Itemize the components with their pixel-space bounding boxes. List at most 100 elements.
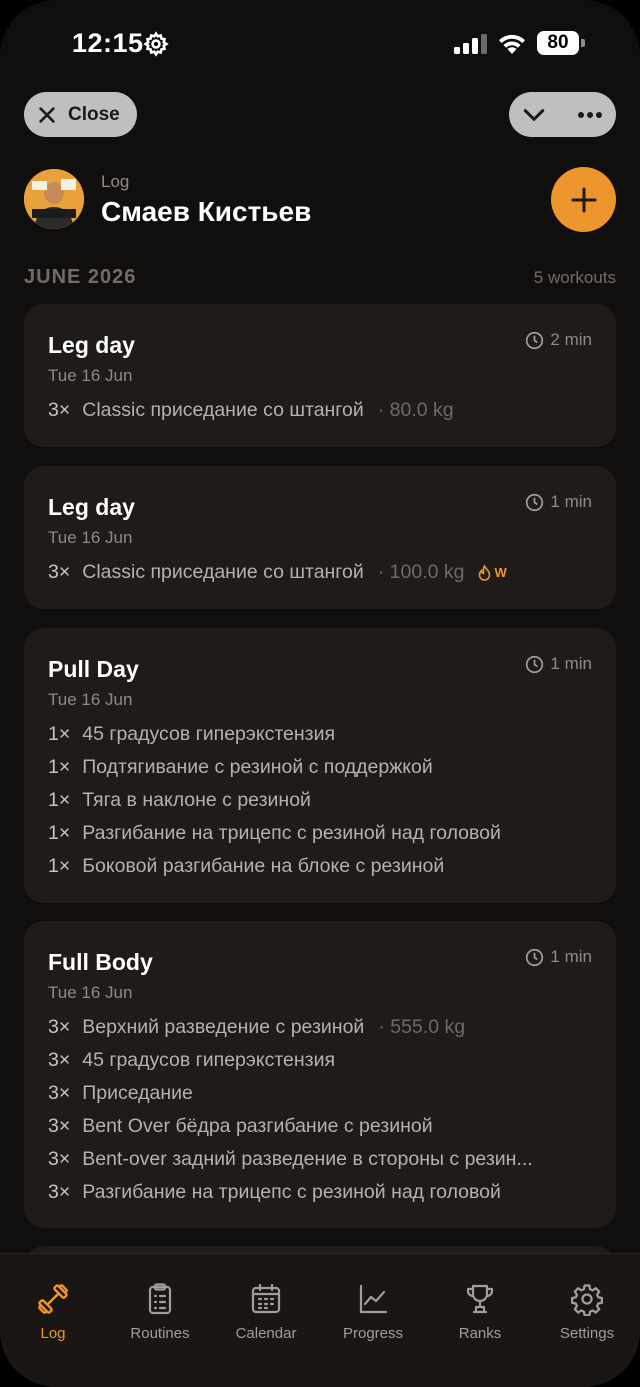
clock-icon: [526, 948, 544, 966]
warmup-badge: W: [478, 564, 507, 581]
more-icon[interactable]: [575, 102, 605, 128]
top-actions: [509, 92, 616, 137]
tab-label: Settings: [559, 1325, 615, 1342]
exercise-name: Тяга в наклоне с резиной: [82, 789, 311, 811]
exercise-name: Classic приседание со штангой: [82, 399, 364, 421]
duration-value: 1 min: [550, 654, 592, 673]
signal-icon: [454, 34, 487, 54]
exercise-name: Bent-over задний разведение в стороны с …: [82, 1148, 533, 1170]
workout-duration: 1 min: [525, 947, 592, 967]
workout-title: Leg day: [48, 332, 135, 358]
exercise-row: 3× Верхний разведение с резиной · 555.0 …: [48, 1016, 465, 1039]
chart-icon: [359, 1284, 388, 1314]
tab-label: Ranks: [458, 1325, 502, 1342]
flame-icon: [479, 564, 491, 581]
calendar-icon: [251, 1283, 281, 1314]
duration-value: 1 min: [550, 492, 592, 511]
exercise-name: 45 градусов гиперэкстензия: [82, 723, 336, 745]
gear-icon: [570, 1284, 604, 1316]
avatar[interactable]: [24, 169, 84, 229]
chevron-down-icon[interactable]: [521, 102, 547, 128]
exercise-sets: 1×: [48, 789, 71, 811]
workout-duration: 1 min: [525, 654, 592, 674]
exercise-sets: 1×: [48, 822, 71, 844]
close-button[interactable]: Close: [24, 92, 137, 137]
exercise-name: Classic приседание со штангой: [82, 561, 364, 583]
exercise-row: 1× Разгибание на трицепс с резиной над г…: [48, 822, 501, 845]
workout-duration: 2 min: [525, 330, 592, 350]
exercise-sets: 1×: [48, 723, 71, 745]
workout-date: Tue 16 Jun: [48, 690, 133, 709]
battery-level: 80: [537, 31, 579, 55]
tab-calendar[interactable]: Calendar: [216, 1282, 316, 1342]
exercise-row: 1× Тяга в наклоне с резиной: [48, 789, 311, 812]
battery-tip: [581, 39, 585, 47]
exercise-name: Приседание: [82, 1082, 193, 1104]
tab-settings[interactable]: Settings: [537, 1282, 637, 1342]
workout-date: Tue 16 Jun: [48, 366, 133, 385]
add-workout-button[interactable]: [551, 167, 616, 232]
exercise-name: Разгибание на трицепс с резиной над голо…: [82, 1181, 501, 1203]
exercise-sets: 3×: [48, 1049, 71, 1071]
exercise-row: 3× Bent-over задний разведение в стороны…: [48, 1148, 533, 1171]
tab-label: Progress: [342, 1325, 404, 1342]
tab-ranks[interactable]: Ranks: [430, 1282, 530, 1342]
exercise-weight: · 100.0 kg: [377, 561, 465, 583]
dumbbell-icon: [38, 1284, 68, 1314]
exercise-sets: 1×: [48, 756, 71, 778]
exercise-row: 3× Разгибание на трицепс с резиной над г…: [48, 1181, 501, 1204]
workout-title: Pull Day: [48, 656, 139, 682]
workout-title: Leg day: [48, 494, 135, 520]
clipboard-icon: [148, 1283, 172, 1315]
exercise-sets: 3×: [48, 1082, 71, 1104]
workout-card[interactable]: Full Body Tue 16 Jun 1 min 3× Верхний ра…: [24, 921, 616, 1228]
exercise-row: 1× Подтягивание с резиной с поддержкой: [48, 756, 433, 779]
workout-card[interactable]: Leg day Tue 16 Jun 2 min 3× Classic прис…: [24, 304, 616, 447]
exercise-weight: · 80.0 kg: [377, 399, 454, 421]
tab-label: Calendar: [235, 1325, 297, 1342]
app-screen: 12:15 80 Close Log Смаев Кистьев JUNE 20…: [0, 0, 640, 1387]
tab-progress[interactable]: Progress: [323, 1282, 423, 1342]
workout-count: 5 workouts: [533, 268, 616, 287]
exercise-sets: 3×: [48, 1115, 71, 1137]
gear-icon: [143, 31, 169, 57]
exercise-sets: 3×: [48, 1181, 71, 1203]
exercise-name: Подтягивание с резиной с поддержкой: [82, 756, 433, 778]
tab-log[interactable]: Log: [3, 1282, 103, 1342]
exercise-row: 3× Bent Over бёдра разгибание с резиной: [48, 1115, 433, 1138]
workout-title: Full Body: [48, 949, 153, 975]
duration-value: 1 min: [550, 947, 592, 966]
workout-date: Tue 16 Jun: [48, 983, 133, 1002]
exercise-row: 3× Classic приседание со штангой · 100.0…: [48, 561, 507, 584]
exercise-sets: 3×: [48, 561, 71, 583]
avatar-image: [24, 169, 84, 229]
exercise-row: 3× Classic приседание со штангой · 80.0 …: [48, 399, 454, 422]
clock-icon: [526, 655, 544, 673]
tab-routines[interactable]: Routines: [110, 1282, 210, 1342]
workout-duration: 1 min: [525, 492, 592, 512]
exercise-sets: 1×: [48, 855, 71, 877]
status-bar: 12:15 80: [0, 0, 640, 88]
tab-label: Log: [40, 1325, 66, 1342]
tab-label: Routines: [130, 1325, 190, 1342]
section-label: Log: [101, 172, 130, 191]
wifi-icon: [499, 34, 525, 54]
exercise-name: Верхний разведение с резиной: [82, 1016, 365, 1038]
workout-card[interactable]: Leg day Tue 16 Jun 1 min 3× Classic прис…: [24, 466, 616, 609]
exercise-name: Боковой разгибание на блоке с резиной: [82, 855, 445, 877]
exercise-name: 45 градусов гиперэкстензия: [82, 1049, 336, 1071]
exercise-row: 3× 45 градусов гиперэкстензия: [48, 1049, 335, 1072]
workout-date: Tue 16 Jun: [48, 528, 133, 547]
exercise-sets: 3×: [48, 1016, 71, 1038]
status-time: 12:15: [72, 28, 144, 58]
page-title: Смаев Кистьев: [101, 196, 312, 227]
duration-value: 2 min: [550, 330, 592, 349]
tab-bar: Log Routines Calendar Progress Ranks Set…: [0, 1253, 640, 1387]
clock-icon: [526, 493, 544, 511]
month-heading: JUNE 2026: [24, 266, 137, 288]
exercise-name: Bent Over бёдра разгибание с резиной: [82, 1115, 433, 1137]
workout-card[interactable]: Pull Day Tue 16 Jun 1 min 1× 45 градусов…: [24, 628, 616, 903]
close-icon: [39, 106, 55, 123]
exercise-row: 1× Боковой разгибание на блоке с резиной: [48, 855, 444, 878]
exercise-row: 3× Приседание: [48, 1082, 193, 1105]
